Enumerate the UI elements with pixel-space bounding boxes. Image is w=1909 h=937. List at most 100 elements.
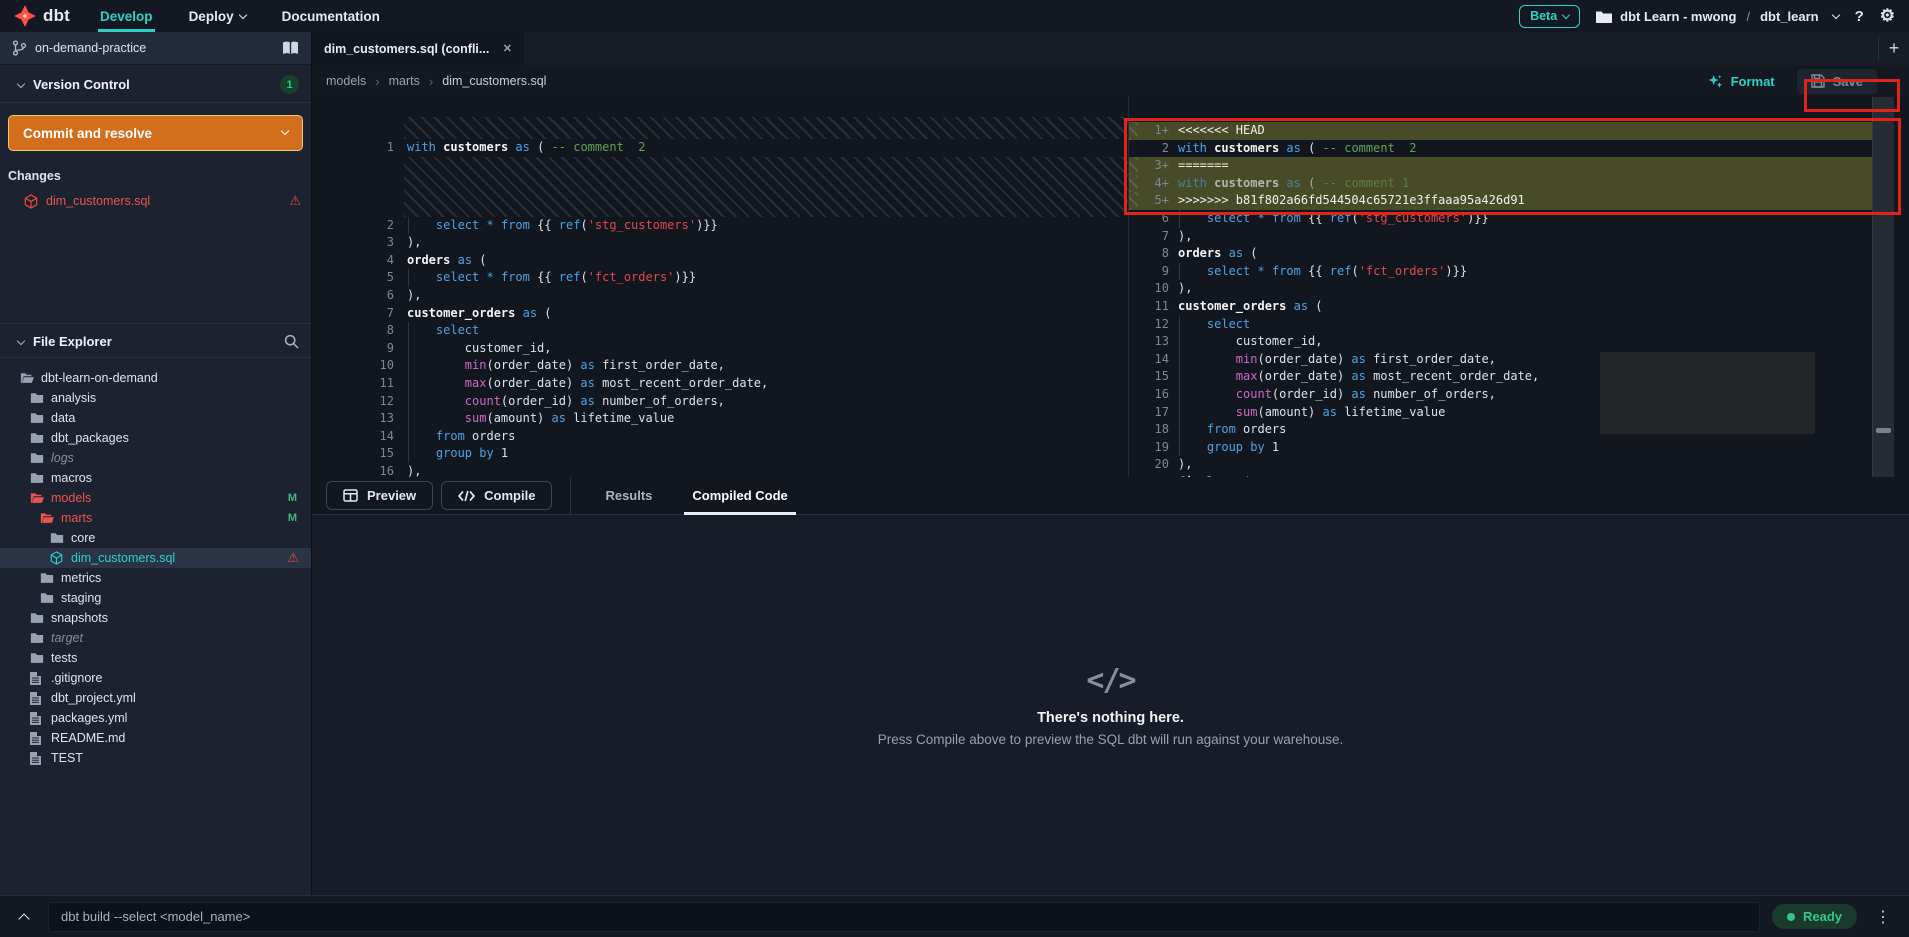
code-line[interactable]: 16), (312, 463, 1128, 477)
code-line[interactable]: 21final as ( (1129, 474, 1872, 477)
code-line[interactable]: 2 select * from {{ ref('stg_customers')}… (312, 217, 1128, 235)
code-line[interactable]: 9 customer_id, (312, 340, 1128, 358)
code-text: select (404, 322, 479, 340)
tree-item-tests[interactable]: tests (0, 648, 311, 668)
line-number: 14 (312, 428, 404, 446)
code-line[interactable]: 3+======= (1129, 157, 1872, 175)
code-text: select * from {{ ref('stg_customers')}} (404, 217, 718, 235)
branch-row[interactable]: on-demand-practice (0, 32, 311, 65)
project-selector[interactable]: dbt Learn - mwong / dbt_learn (1596, 9, 1838, 24)
tree-item-core[interactable]: core (0, 528, 311, 548)
sidebar: on-demand-practice Version Control 1 Com… (0, 32, 312, 895)
tree-item-staging[interactable]: staging (0, 588, 311, 608)
line-number: 7 (312, 305, 404, 323)
command-input[interactable] (48, 902, 1760, 932)
docs-book-icon[interactable] (282, 41, 299, 55)
tree-item-label: models (51, 491, 91, 505)
tree-item-label: core (71, 531, 95, 545)
indent-guide (408, 428, 409, 446)
tree-item-logs[interactable]: logs (0, 448, 311, 468)
new-tab-button[interactable]: + (1879, 32, 1909, 65)
code-line[interactable]: 20), (1129, 456, 1872, 474)
code-line[interactable]: 7), (1129, 228, 1872, 246)
code-line[interactable]: 3), (312, 234, 1128, 252)
code-line[interactable]: 1with customers as ( -- comment 2 (312, 139, 1128, 157)
tree-item-dim-customers-sql[interactable]: dim_customers.sql⚠ (0, 548, 311, 568)
scrollbar-handle[interactable] (1876, 428, 1891, 433)
tree-item-metrics[interactable]: metrics (0, 568, 311, 588)
file-explorer-header[interactable]: File Explorer (0, 324, 311, 357)
code-line[interactable]: 13 sum(amount) as lifetime_value (312, 410, 1128, 428)
help-icon[interactable]: ? (1855, 8, 1864, 25)
code-line[interactable]: 11customer_orders as ( (1129, 298, 1872, 316)
tree-item-label: dim_customers.sql (71, 551, 175, 565)
tree-item-analysis[interactable]: analysis (0, 388, 311, 408)
code-line[interactable]: 19 group by 1 (1129, 439, 1872, 457)
breadcrumb-item[interactable]: models (326, 74, 366, 88)
save-button[interactable]: Save (1797, 69, 1877, 94)
code-line[interactable]: 6), (312, 287, 1128, 305)
code-line[interactable]: 11 max(order_date) as most_recent_order_… (312, 375, 1128, 393)
editor-pane-left[interactable]: 1with customers as ( -- comment 2 2 selec… (312, 97, 1128, 477)
breadcrumb-item[interactable]: marts (389, 74, 420, 88)
code-line[interactable]: 13 customer_id, (1129, 333, 1872, 351)
code-text: count(order_id) as number_of_orders, (1175, 386, 1496, 404)
nav-documentation[interactable]: Documentation (270, 0, 392, 32)
tree-item-dbt-packages[interactable]: dbt_packages (0, 428, 311, 448)
tree-item-data[interactable]: data (0, 408, 311, 428)
tree-item-marts[interactable]: martsM (0, 508, 311, 528)
tab-compiled-code[interactable]: Compiled Code (672, 477, 807, 514)
code-line[interactable]: 8orders as ( (1129, 245, 1872, 263)
commit-and-resolve-button[interactable]: Commit and resolve (8, 115, 303, 151)
nav-develop[interactable]: Develop (88, 0, 165, 32)
code-line[interactable]: 12 count(order_id) as number_of_orders, (312, 393, 1128, 411)
line-number: 11 (312, 375, 404, 393)
code-line[interactable]: 15 group by 1 (312, 445, 1128, 463)
kebab-menu-icon[interactable]: ⋮ (1869, 907, 1897, 927)
editor-tab[interactable]: dim_customers.sql (confli... ✕ (312, 32, 524, 65)
code-line[interactable]: 14 from orders (312, 428, 1128, 446)
code-line[interactable]: 6 select * from {{ ref('stg_customers')}… (1129, 210, 1872, 228)
tree-item-packages-yml[interactable]: packages.yml (0, 708, 311, 728)
beta-badge[interactable]: Beta (1519, 5, 1580, 28)
tree-item-macros[interactable]: macros (0, 468, 311, 488)
code-line[interactable]: 5 select * from {{ ref('fct_orders')}} (312, 269, 1128, 287)
code-line[interactable]: 7customer_orders as ( (312, 305, 1128, 323)
changed-file-row[interactable]: dim_customers.sql ⚠ (0, 189, 311, 213)
version-control-header[interactable]: Version Control 1 (0, 65, 311, 102)
dbt-logo[interactable]: dbt (0, 0, 88, 32)
tree-item-dbt-project-yml[interactable]: dbt_project.yml (0, 688, 311, 708)
code-line[interactable]: 4orders as ( (312, 252, 1128, 270)
editor-scrollbar[interactable] (1872, 97, 1894, 477)
tree-item-target[interactable]: target (0, 628, 311, 648)
tree-item-models[interactable]: modelsM (0, 488, 311, 508)
tab-results[interactable]: Results (585, 477, 672, 514)
nav-deploy[interactable]: Deploy (177, 0, 258, 32)
preview-button[interactable]: Preview (326, 481, 433, 510)
tree-item-readme-md[interactable]: README.md (0, 728, 311, 748)
tree-item-label: target (51, 631, 83, 645)
chevron-up-icon[interactable] (18, 913, 29, 924)
code-line[interactable]: 2with customers as ( -- comment 2 (1129, 140, 1872, 158)
bottom-tab-bar: Preview Compile Results Compiled Code (312, 477, 1909, 515)
breadcrumb-item[interactable]: dim_customers.sql (442, 74, 546, 88)
format-button[interactable]: Format (1708, 74, 1775, 89)
tree-item-snapshots[interactable]: snapshots (0, 608, 311, 628)
code-line[interactable]: 9 select * from {{ ref('fct_orders')}} (1129, 263, 1872, 281)
search-icon[interactable] (284, 334, 299, 349)
code-line[interactable]: 12 select (1129, 316, 1872, 334)
tree-item-dbt-learn-on-demand[interactable]: dbt-learn-on-demand (0, 368, 311, 388)
code-line[interactable]: 10), (1129, 280, 1872, 298)
code-line[interactable]: 10 min(order_date) as first_order_date, (312, 357, 1128, 375)
code-line[interactable]: 8 select (312, 322, 1128, 340)
settings-gear-icon[interactable]: ⚙ (1880, 6, 1895, 26)
code-line[interactable]: 1+<<<<<<< HEAD (1129, 122, 1872, 140)
code-line[interactable]: 4+with customers as ( -- comment 1 (1129, 175, 1872, 193)
indent-guide (408, 445, 409, 463)
code-line[interactable]: 5+>>>>>>> b81f802a66fd544504c65721e3ffaa… (1129, 192, 1872, 210)
compile-button[interactable]: Compile (441, 481, 552, 510)
tree-item-test[interactable]: TEST (0, 748, 311, 768)
tree-item--gitignore[interactable]: .gitignore (0, 668, 311, 688)
close-icon[interactable]: ✕ (503, 42, 512, 55)
line-number: 20 (1129, 456, 1175, 474)
